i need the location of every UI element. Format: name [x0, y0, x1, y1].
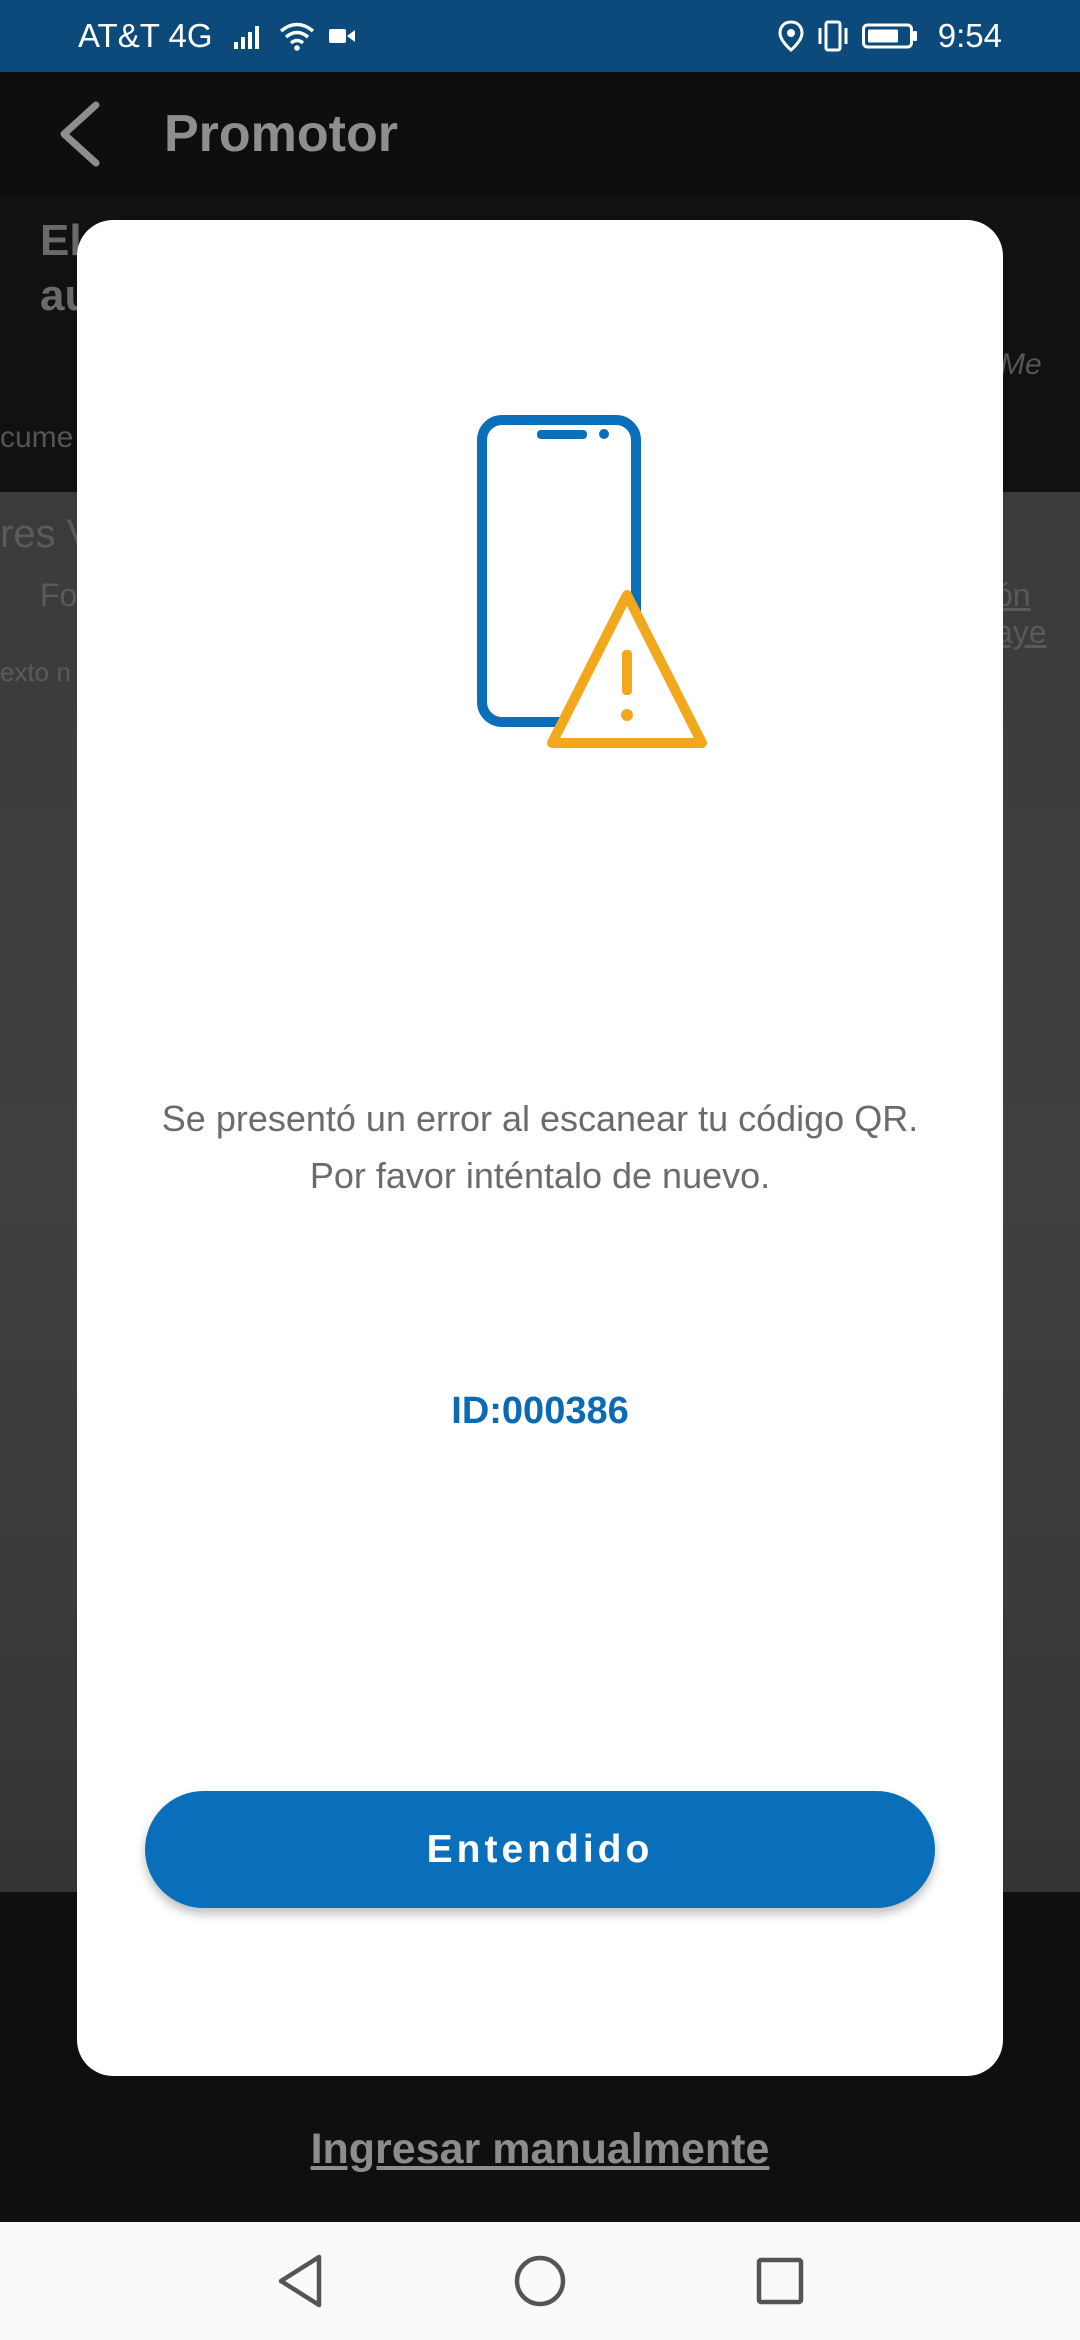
status-right-icons: [778, 20, 918, 52]
status-time: 9:54: [937, 17, 1002, 54]
home-circle-icon: [514, 2255, 566, 2307]
error-id: ID:000386: [451, 1390, 629, 1432]
phone-warning-icon: [477, 415, 707, 748]
bg-text-fragment: cume: [0, 421, 74, 454]
back-triangle-icon: [278, 2254, 322, 2308]
app-bar: Promotor: [0, 72, 1080, 196]
wifi-icon: [280, 22, 315, 51]
bg-text-fragment: El: [40, 216, 82, 265]
carrier-label: AT&T 4G: [78, 17, 213, 54]
bg-text-fragment: ón aye: [995, 577, 1047, 650]
status-right: 9:54: [778, 17, 1002, 55]
status-bar: AT&T 4G 9:54: [0, 0, 1080, 72]
location-icon: [778, 20, 804, 52]
nav-back-button[interactable]: [270, 2251, 330, 2311]
app-title: Promotor: [164, 105, 398, 163]
vibrate-icon: [818, 20, 848, 52]
nav-home-button[interactable]: [510, 2251, 570, 2311]
error-dialog: Se presentó un error al escanear tu códi…: [77, 220, 1003, 2076]
video-icon: [329, 29, 356, 43]
status-left-icons: [232, 21, 356, 51]
signal-icon: [234, 26, 260, 49]
entendido-button[interactable]: Entendido: [145, 1791, 935, 1908]
bg-text-fragment: exto n: [0, 657, 71, 687]
screen: AT&T 4G 9:54 Promotor El au cume Me res …: [0, 0, 1080, 2340]
recents-square-icon: [756, 2257, 804, 2305]
bg-text-fragment: Fo: [40, 577, 78, 613]
bg-text-fragment: Me: [1000, 348, 1042, 381]
system-nav-bar: [0, 2222, 1080, 2340]
nav-recents-button[interactable]: [750, 2251, 810, 2311]
status-left: AT&T 4G: [78, 17, 356, 55]
error-message: Se presentó un error al escanear tu códi…: [161, 1098, 919, 1196]
battery-icon: [861, 23, 917, 49]
back-arrow-icon[interactable]: [52, 99, 112, 169]
manual-entry-link[interactable]: Ingresar manualmente: [0, 2125, 1080, 2174]
